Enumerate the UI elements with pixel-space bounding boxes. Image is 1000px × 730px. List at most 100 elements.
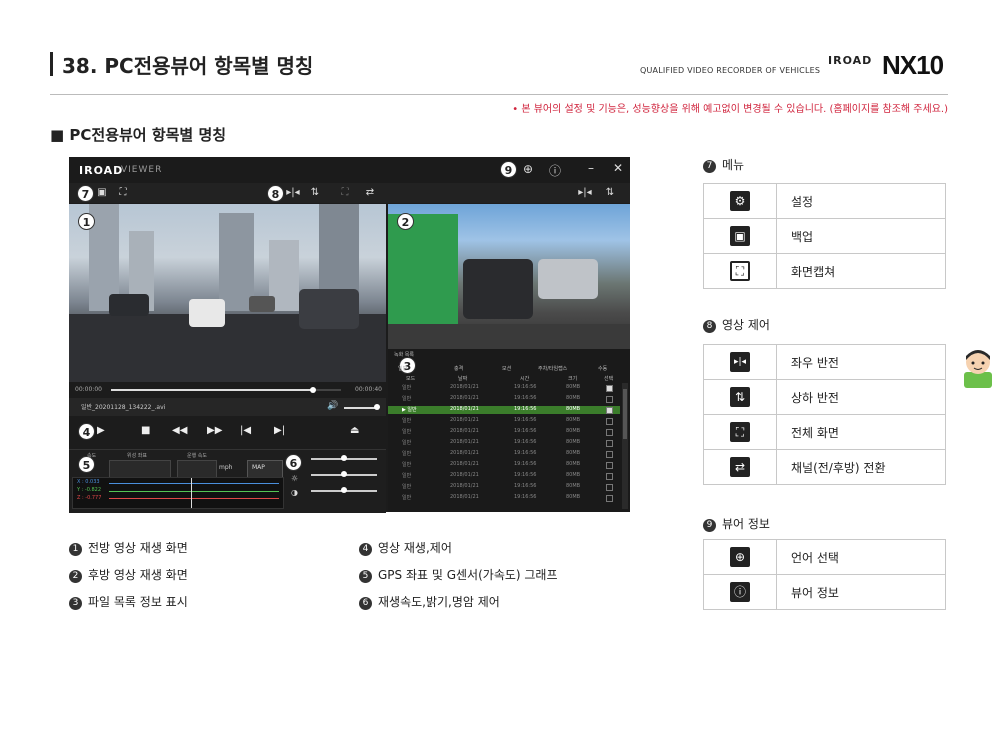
seek-handle[interactable]: [310, 387, 317, 393]
previous-icon[interactable]: |◀: [240, 425, 251, 436]
front-video-screen[interactable]: 1: [69, 204, 386, 382]
legend-info-heading: 뷰어 정보: [722, 517, 770, 531]
badge-2: 2: [397, 213, 414, 230]
eject-icon[interactable]: ⏏: [350, 425, 359, 436]
row-checkbox[interactable]: [606, 418, 613, 425]
list-tab-label: 녹화 목록: [394, 352, 414, 358]
flip-horizontal-icon[interactable]: ▸|◂: [285, 186, 301, 200]
row-checkbox[interactable]: [606, 484, 613, 491]
fast-forward-icon[interactable]: ▶▶: [207, 425, 222, 436]
table-row[interactable]: ▶ 일반 2018/01/21 19:16:56 80MB: [388, 406, 620, 414]
seek-bar-row: 00:00:00 00:00:40: [69, 382, 386, 398]
viewer-logo: IROAD: [79, 164, 124, 177]
row-checkbox[interactable]: [606, 407, 613, 414]
cell-time: 19:16:56: [514, 439, 537, 445]
cell-time: 19:16:56: [514, 406, 537, 412]
contrast-slider-handle[interactable]: [341, 487, 347, 493]
legend-row: ⊕ 언어 선택: [703, 539, 946, 575]
list-filter-tabs: 일반 충격 모션 주차/타임랩스 수동: [388, 363, 630, 373]
rear-video-screen[interactable]: 2: [388, 204, 630, 349]
list-scrollbar[interactable]: [622, 383, 628, 509]
next-icon[interactable]: ▶|: [274, 425, 285, 436]
filter-motion[interactable]: 모션: [502, 365, 511, 372]
map-button-label: MAP: [252, 464, 265, 471]
badge-1: 1: [78, 213, 95, 230]
play-icon[interactable]: ▶: [97, 425, 105, 436]
row-checkbox[interactable]: [606, 440, 613, 447]
stop-icon[interactable]: ■: [141, 425, 150, 436]
volume-handle[interactable]: [374, 404, 380, 410]
brightness-slider-handle[interactable]: [341, 471, 347, 477]
legend-row: ⇅ 상하 반전: [703, 379, 946, 415]
bottom-legend-6: 6 재생속도,밝기,명암 제어: [359, 593, 500, 610]
seek-progress: [111, 389, 314, 391]
graph-z-label: Z : -0.777: [77, 495, 102, 501]
row-checkbox[interactable]: [606, 451, 613, 458]
capture-icon[interactable]: ⛶: [115, 186, 131, 200]
fullscreen-icon: ⛶: [730, 422, 750, 442]
rear-flip-horizontal-icon[interactable]: ▸|◂: [577, 186, 593, 200]
flip-vertical-icon[interactable]: ⇅: [307, 186, 323, 200]
cell-mode: 일반: [402, 462, 412, 468]
speed-slider-handle[interactable]: [341, 455, 347, 461]
rear-flip-vertical-icon[interactable]: ⇅: [602, 186, 618, 200]
badge-9: 9: [500, 161, 517, 178]
switch-channel-icon[interactable]: ⇄: [362, 186, 378, 200]
table-row[interactable]: 일반 2018/01/21 19:16:56 80MB: [388, 472, 620, 480]
row-checkbox[interactable]: [606, 396, 613, 403]
notice-text: • 본 뷰어의 설정 및 기능은, 성능향상을 위해 예고없이 변경될 수 있습…: [512, 104, 948, 115]
filter-impact[interactable]: 충격: [454, 365, 463, 372]
table-row[interactable]: 일반 2018/01/21 19:16:56 80MB: [388, 461, 620, 469]
row-checkbox[interactable]: [606, 429, 613, 436]
cell-date: 2018/01/21: [450, 461, 479, 467]
header-divider: [50, 94, 948, 95]
table-row[interactable]: 일반 2018/01/21 19:16:56 80MB: [388, 417, 620, 425]
table-row[interactable]: 일반 2018/01/21 19:16:56 80MB: [388, 483, 620, 491]
rewind-icon[interactable]: ◀◀: [172, 425, 187, 436]
fullscreen-icon[interactable]: ⛶: [337, 186, 353, 200]
legend-video-table: ▸|◂ 좌우 반전 ⇅ 상하 반전 ⛶ 전체 화면 ⇄ 채널(전/후방) 전환: [703, 344, 946, 485]
table-row[interactable]: 일반 2018/01/21 19:16:56 80MB: [388, 450, 620, 458]
table-row[interactable]: 일반 2018/01/21 19:16:56 80MB: [388, 428, 620, 436]
table-row[interactable]: 일반 2018/01/21 19:16:56 80MB: [388, 439, 620, 447]
cell-size: 80MB: [566, 472, 581, 478]
row-checkbox[interactable]: [606, 473, 613, 480]
info-icon[interactable]: ⓘ: [549, 162, 561, 179]
filter-parking[interactable]: 주차/타임랩스: [538, 365, 567, 372]
minimize-icon[interactable]: –: [588, 161, 594, 175]
bottom-legend-number: 3: [69, 597, 82, 610]
cell-size: 80MB: [566, 406, 581, 412]
filter-normal[interactable]: 일반: [398, 365, 407, 372]
save-icon[interactable]: ▣: [94, 186, 110, 200]
legend-row: ⇄ 채널(전/후방) 전환: [703, 449, 946, 485]
volume-icon[interactable]: 🔊: [327, 401, 338, 411]
row-checkbox[interactable]: [606, 385, 613, 392]
cell-mode: 일반: [402, 418, 412, 424]
table-row[interactable]: 일반 2018/01/21 19:16:56 80MB: [388, 494, 620, 502]
table-row[interactable]: 일반 2018/01/21 19:16:56 80MB: [388, 384, 620, 392]
list-scroll-thumb[interactable]: [623, 389, 627, 439]
row-checkbox[interactable]: [606, 462, 613, 469]
map-button[interactable]: MAP: [247, 460, 283, 478]
cell-mode: 일반: [402, 385, 412, 391]
col-size: 크기: [568, 376, 578, 382]
brand-logo: IROAD: [828, 54, 873, 67]
volume-slider[interactable]: [344, 407, 376, 409]
bottom-legend-5: 5 GPS 좌표 및 G센서(가속도) 그래프: [359, 566, 558, 583]
gps-coords-label: 위성 좌표: [127, 453, 147, 459]
filter-manual[interactable]: 수동: [598, 365, 607, 372]
save-icon: ▣: [730, 226, 750, 246]
cell-date: 2018/01/21: [450, 417, 479, 423]
file-name: 일반_20201128_134222_.avi: [81, 404, 166, 411]
close-icon[interactable]: ✕: [613, 161, 623, 175]
badge-6: 6: [285, 454, 302, 471]
cell-time: 19:16:56: [514, 384, 537, 390]
bottom-legend-1: 1 전방 영상 재생 화면: [69, 539, 188, 556]
legend-label: 좌우 반전: [776, 344, 946, 380]
globe-icon[interactable]: ⊕: [523, 162, 533, 176]
table-row[interactable]: 일반 2018/01/21 19:16:56 80MB: [388, 395, 620, 403]
row-checkbox[interactable]: [606, 495, 613, 502]
brightness-icon: ☼: [291, 474, 299, 483]
legend-row: ⛶ 화면캡쳐: [703, 253, 946, 289]
legend-menu-table: ⚙ 설정 ▣ 백업 ⛶ 화면캡쳐: [703, 183, 946, 289]
